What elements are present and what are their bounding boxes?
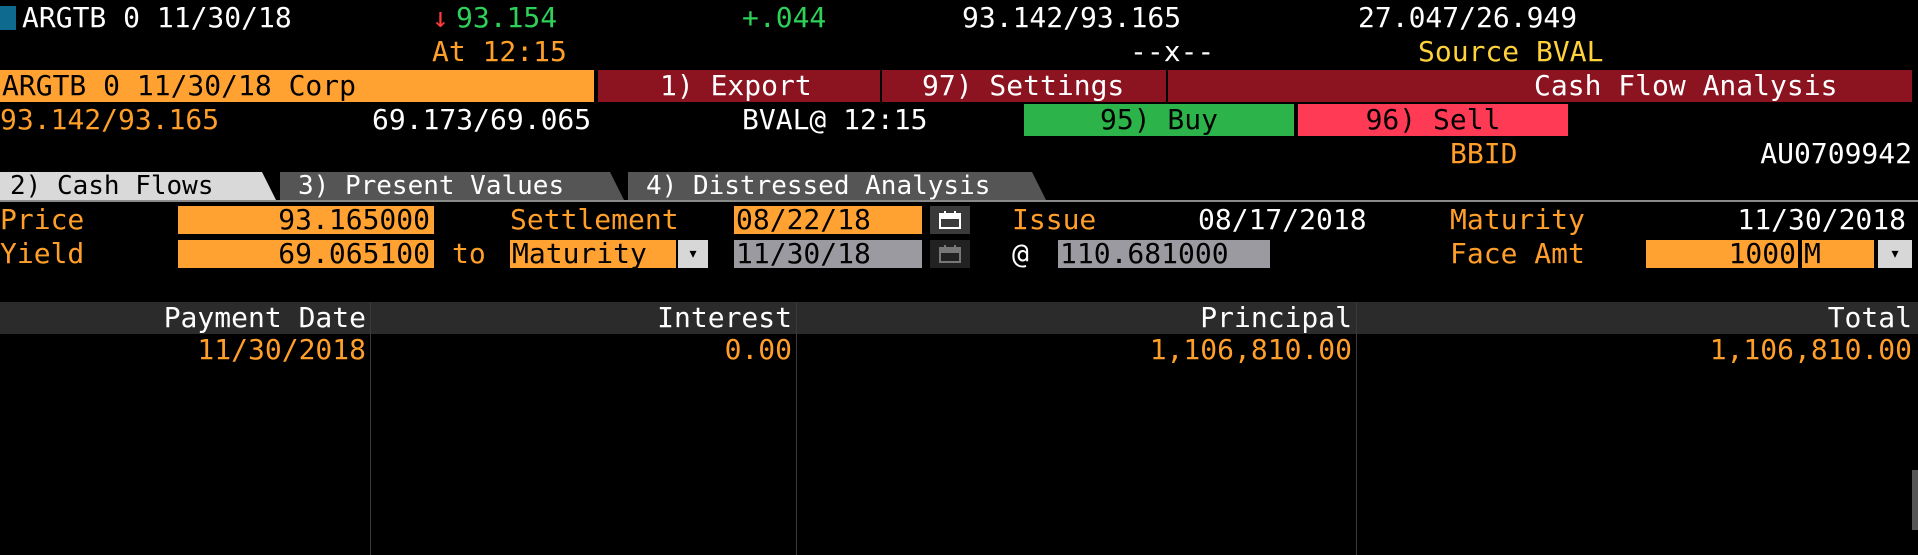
export-button[interactable]: 1) Export (660, 70, 812, 102)
issue-label: Issue (1012, 203, 1097, 236)
price-input[interactable]: 93.165000 (178, 206, 434, 234)
title-separator (1166, 70, 1168, 102)
last-price: 93.154 (456, 1, 558, 34)
net-change: +.044 (742, 1, 827, 34)
cell-total: 1,106,810.00 (1709, 333, 1912, 366)
price-label: Price (0, 203, 85, 236)
title-separator (880, 70, 882, 102)
settlement-input[interactable]: 08/22/18 (734, 206, 922, 234)
function-title: Cash Flow Analysis (1534, 69, 1838, 102)
quote-time: At 12:15 (432, 35, 567, 68)
tab-present-values[interactable]: 3) Present Values (280, 172, 624, 200)
tab-underline (0, 200, 1918, 202)
issue-value: 08/17/2018 (1198, 203, 1367, 236)
settings-button[interactable]: 97) Settings (922, 70, 1124, 102)
yield-to-select[interactable]: Maturity (510, 240, 676, 268)
calendar-icon[interactable] (930, 206, 970, 234)
sell-button[interactable]: 96) Sell (1298, 104, 1568, 136)
workout-price-input[interactable]: 110.681000 (1058, 240, 1270, 268)
yield-pair: 27.047/26.949 (1358, 1, 1578, 34)
at-label: @ (1012, 237, 1029, 270)
maturity-value: 11/30/2018 (1737, 203, 1906, 236)
tab-distressed-analysis[interactable]: 4) Distressed Analysis (628, 172, 1046, 200)
bbid-value: AU0709942 (1760, 137, 1912, 170)
face-unit-select[interactable]: M (1802, 240, 1874, 268)
yield-quote-pair: 69.173/69.065 (372, 103, 592, 136)
cell-principal: 1,106,810.00 (1149, 333, 1352, 366)
security-indicator (0, 6, 16, 30)
security-title: ARGTB 0 11/30/18 Corp (0, 70, 594, 102)
settlement-label: Settlement (510, 203, 679, 236)
table-row[interactable]: 11/30/2018 0.00 1,106,810.00 1,106,810.0… (0, 334, 1918, 366)
column-header-principal[interactable]: Principal (798, 302, 1352, 334)
maturity-label: Maturity (1450, 203, 1585, 236)
bid-ask-size: --x-- (1130, 35, 1215, 68)
scrollbar[interactable] (1912, 470, 1918, 530)
ticker-security: ARGTB 0 11/30/18 (22, 1, 292, 34)
cell-payment-date: 11/30/2018 (197, 333, 366, 366)
pricing-source: Source BVAL (1418, 35, 1604, 68)
yield-input[interactable]: 69.065100 (178, 240, 434, 268)
chevron-down-icon[interactable]: ▾ (678, 240, 708, 268)
bid-ask: 93.142/93.165 (962, 1, 1182, 34)
to-label: to (452, 237, 486, 270)
tab-cash-flows[interactable]: 2) Cash Flows (0, 172, 276, 200)
face-amount-input[interactable]: 1000 (1646, 240, 1798, 268)
face-amount-label: Face Amt (1450, 237, 1585, 270)
cell-interest: 0.00 (724, 333, 792, 366)
column-header-total[interactable]: Total (1358, 302, 1912, 334)
column-header-interest[interactable]: Interest (372, 302, 792, 334)
bval-time: BVAL@ 12:15 (742, 103, 928, 136)
yield-label: Yield (0, 237, 85, 270)
down-arrow-icon: ↓ (432, 1, 449, 34)
calendar-icon (930, 240, 970, 268)
price-pair: 93.142/93.165 (0, 103, 220, 136)
chevron-down-icon[interactable]: ▾ (1878, 240, 1912, 268)
column-header-payment-date[interactable]: Payment Date (0, 302, 366, 334)
buy-button[interactable]: 95) Buy (1024, 104, 1294, 136)
bbid-label: BBID (1450, 137, 1518, 170)
workout-date-input[interactable]: 11/30/18 (734, 240, 922, 268)
